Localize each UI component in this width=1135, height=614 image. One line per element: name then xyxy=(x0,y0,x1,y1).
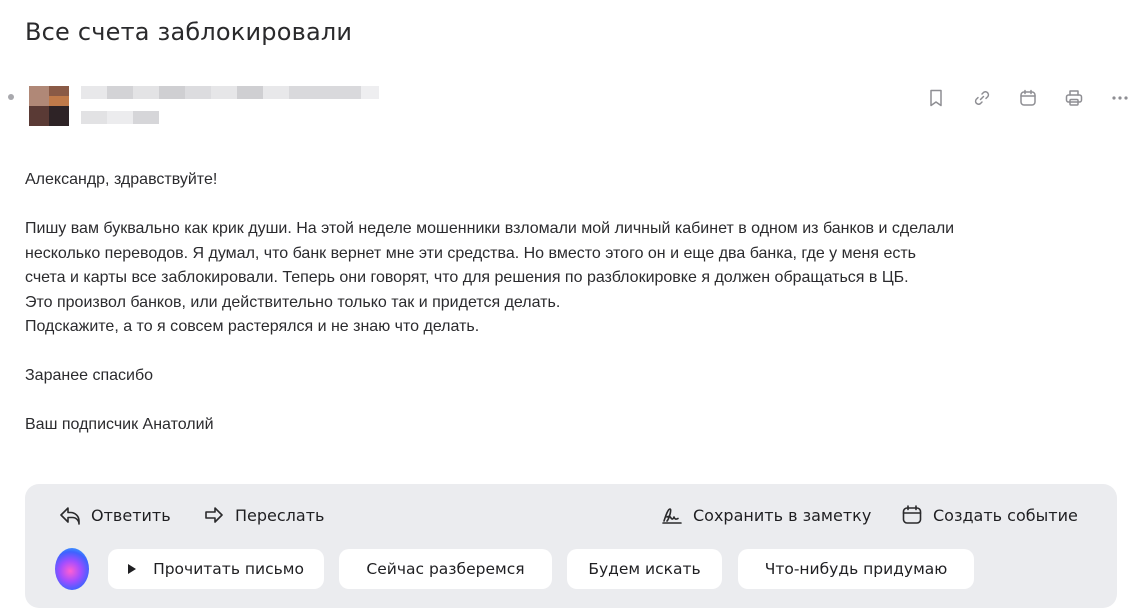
calendar-icon xyxy=(1020,89,1036,106)
sender-email-redacted xyxy=(81,111,161,124)
chip-label: Прочитать письмо xyxy=(153,560,304,578)
print-icon xyxy=(1065,90,1083,106)
reply-actions-row: Ответить Переслать Сохранить в заметку С… xyxy=(25,503,1117,529)
save-to-note-label: Сохранить в заметку xyxy=(693,505,872,525)
chip-label: Сейчас разберемся xyxy=(366,560,525,578)
body-line: Пишу вам буквально как крик души. На это… xyxy=(25,220,955,237)
print-button[interactable] xyxy=(1063,85,1085,111)
calendar-button[interactable] xyxy=(1017,85,1039,111)
reply-panel: Ответить Переслать Сохранить в заметку С… xyxy=(25,484,1117,608)
copy-link-button[interactable] xyxy=(971,85,993,111)
more-icon xyxy=(1112,96,1128,100)
body-line xyxy=(25,389,1125,414)
link-icon xyxy=(974,91,990,105)
ai-assistant-icon[interactable] xyxy=(55,548,89,590)
suggestion-chip[interactable]: Будем искать xyxy=(567,549,722,589)
bookmark-button[interactable] xyxy=(925,85,947,111)
read-letter-chip[interactable]: Прочитать письмо xyxy=(108,549,324,589)
body-line xyxy=(25,193,1125,218)
save-to-note-button[interactable]: Сохранить в заметку xyxy=(660,503,871,527)
more-button[interactable] xyxy=(1109,85,1131,111)
chip-label: Будем искать xyxy=(588,560,701,578)
body-line: Заранее спасибо xyxy=(25,367,153,384)
bookmark-icon xyxy=(930,89,942,107)
suggestion-chip[interactable]: Сейчас разберемся xyxy=(339,549,552,589)
body-line: Подскажите, а то я совсем растерялся и н… xyxy=(25,318,480,335)
reply-icon xyxy=(60,507,80,525)
reply-button[interactable]: Ответить xyxy=(58,503,171,527)
body-line: несколько переводов. Я думал, что банк в… xyxy=(25,244,917,262)
sender-name-redacted[interactable] xyxy=(81,86,379,99)
create-event-label: Создать событие xyxy=(933,505,1078,525)
unread-indicator[interactable] xyxy=(8,94,14,100)
body-line: Это произвол банков, или действительно т… xyxy=(25,293,561,311)
suggestion-chip[interactable]: Что-нибудь придумаю xyxy=(738,549,974,589)
forward-icon xyxy=(205,507,223,523)
sender-avatar[interactable] xyxy=(29,86,69,126)
body-line: Александр, здравствуйте! xyxy=(25,171,218,188)
play-icon xyxy=(128,564,137,574)
body-line xyxy=(25,340,1125,365)
forward-label: Переслать xyxy=(235,505,325,525)
signature-icon xyxy=(662,508,682,524)
chip-label: Что-нибудь придумаю xyxy=(764,560,948,578)
calendar-icon xyxy=(902,505,922,524)
email-subject: Все счета заблокировали xyxy=(25,18,353,46)
body-line: Ваш подписчик Анатолий xyxy=(25,416,214,433)
create-event-button[interactable]: Создать событие xyxy=(900,503,1078,527)
reply-label: Ответить xyxy=(91,505,171,525)
body-line: счета и карты все заблокировали. Теперь … xyxy=(25,269,909,286)
email-body: Александр, здравствуйте! Пишу вам буквал… xyxy=(25,168,1125,438)
forward-button[interactable]: Переслать xyxy=(202,503,324,527)
message-actions xyxy=(925,85,1131,111)
